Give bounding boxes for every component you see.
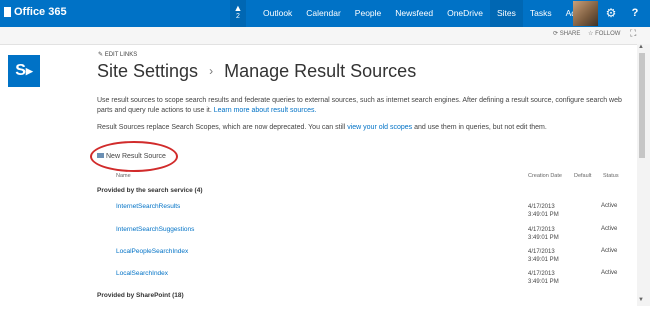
office-icon — [4, 7, 11, 17]
breadcrumb-site-settings[interactable]: Site Settings — [97, 61, 198, 81]
ribbon-bar: ⟳ SHARE ☆ FOLLOW ⛶ — [0, 27, 650, 45]
result-source-link[interactable]: LocalSearchIndex — [116, 270, 168, 277]
edit-links[interactable]: ✎ EDIT LINKS — [98, 51, 137, 58]
star-icon: ☆ — [588, 31, 594, 37]
nav-sites[interactable]: Sites — [489, 0, 523, 27]
scrollbar-thumb[interactable] — [639, 53, 645, 158]
deprecation-text-before: Result Sources replace Search Scopes, wh… — [97, 124, 348, 131]
view-old-scopes-link[interactable]: view your old scopes — [347, 124, 412, 131]
date-value: 4/17/2013 — [528, 249, 555, 255]
creation-date: 4/17/2013 3:49:01 PM — [528, 270, 559, 286]
time-value: 3:49:01 PM — [528, 279, 559, 285]
highlight-circle — [90, 141, 178, 172]
follow-button[interactable]: ☆ FOLLOW — [588, 30, 620, 37]
breadcrumb-separator-icon: › — [209, 64, 214, 78]
group-header-sharepoint[interactable]: Provided by SharePoint (18) — [97, 292, 184, 299]
suite-nav: Outlook Calendar People Newsfeed OneDriv… — [256, 0, 603, 27]
time-value: 3:49:01 PM — [528, 212, 559, 218]
scroll-up-icon[interactable]: ▲ — [638, 44, 644, 50]
notifications-button[interactable]: ▲ 2 — [230, 0, 246, 27]
page-title: Site Settings › Manage Result Sources — [97, 61, 416, 82]
site-logo[interactable]: S▶ — [8, 55, 40, 87]
nav-tasks[interactable]: Tasks — [523, 0, 559, 27]
share-button[interactable]: ⟳ SHARE — [553, 30, 580, 37]
breadcrumb-current: Manage Result Sources — [224, 61, 417, 81]
page-description: Use result sources to scope search resul… — [97, 96, 637, 116]
nav-people[interactable]: People — [348, 0, 388, 27]
nav-calendar[interactable]: Calendar — [299, 0, 348, 27]
nav-onedrive[interactable]: OneDrive — [440, 0, 490, 27]
scroll-down-icon[interactable]: ▼ — [638, 297, 644, 303]
focus-on-content-icon[interactable]: ⛶ — [630, 28, 636, 39]
edit-links-label: EDIT LINKS — [104, 52, 138, 58]
notification-count: 2 — [236, 13, 240, 20]
gear-icon[interactable]: ⚙ — [600, 0, 622, 27]
status-value: Active — [601, 248, 618, 254]
creation-date: 4/17/2013 3:49:01 PM — [528, 203, 559, 219]
help-icon[interactable]: ? — [624, 0, 646, 27]
user-avatar[interactable] — [573, 1, 598, 26]
nav-newsfeed[interactable]: Newsfeed — [388, 0, 440, 27]
description-text: Use result sources to scope search resul… — [97, 97, 622, 114]
date-value: 4/17/2013 — [528, 204, 555, 210]
result-source-link[interactable]: LocalPeopleSearchIndex — [116, 248, 188, 255]
column-header-default[interactable]: Default — [574, 173, 591, 179]
creation-date: 4/17/2013 3:49:01 PM — [528, 248, 559, 264]
status-value: Active — [601, 226, 618, 232]
status-value: Active — [601, 203, 618, 209]
share-label: SHARE — [559, 31, 581, 37]
status-value: Active — [601, 270, 618, 276]
learn-more-link[interactable]: Learn more about result sources. — [214, 107, 317, 114]
office365-logo[interactable]: Office 365 — [4, 6, 67, 18]
date-value: 4/17/2013 — [528, 271, 555, 277]
sharepoint-icon: S▶ — [15, 62, 33, 80]
share-icon: ⟳ — [553, 31, 559, 37]
column-header-name[interactable]: Name — [116, 173, 131, 179]
suite-bar: Office 365 ▲ 2 Outlook Calendar People N… — [0, 0, 650, 27]
result-source-link[interactable]: InternetSearchResults — [116, 203, 180, 210]
deprecation-text-after: and use them in queries, but not edit th… — [412, 124, 547, 131]
brand-label: Office 365 — [14, 6, 67, 18]
result-source-link[interactable]: InternetSearchSuggestions — [116, 226, 194, 233]
group-header-search-service[interactable]: Provided by the search service (4) — [97, 187, 203, 194]
notification-icon: ▲ — [233, 3, 243, 13]
column-header-creation-date[interactable]: Creation Date — [528, 173, 562, 179]
follow-label: FOLLOW — [595, 31, 621, 37]
deprecation-note: Result Sources replace Search Scopes, wh… — [97, 124, 637, 131]
pencil-icon: ✎ — [98, 52, 104, 58]
column-header-status[interactable]: Status — [603, 173, 619, 179]
time-value: 3:49:01 PM — [528, 257, 559, 263]
nav-outlook[interactable]: Outlook — [256, 0, 299, 27]
time-value: 3:49:01 PM — [528, 235, 559, 241]
date-value: 4/17/2013 — [528, 227, 555, 233]
creation-date: 4/17/2013 3:49:01 PM — [528, 226, 559, 242]
